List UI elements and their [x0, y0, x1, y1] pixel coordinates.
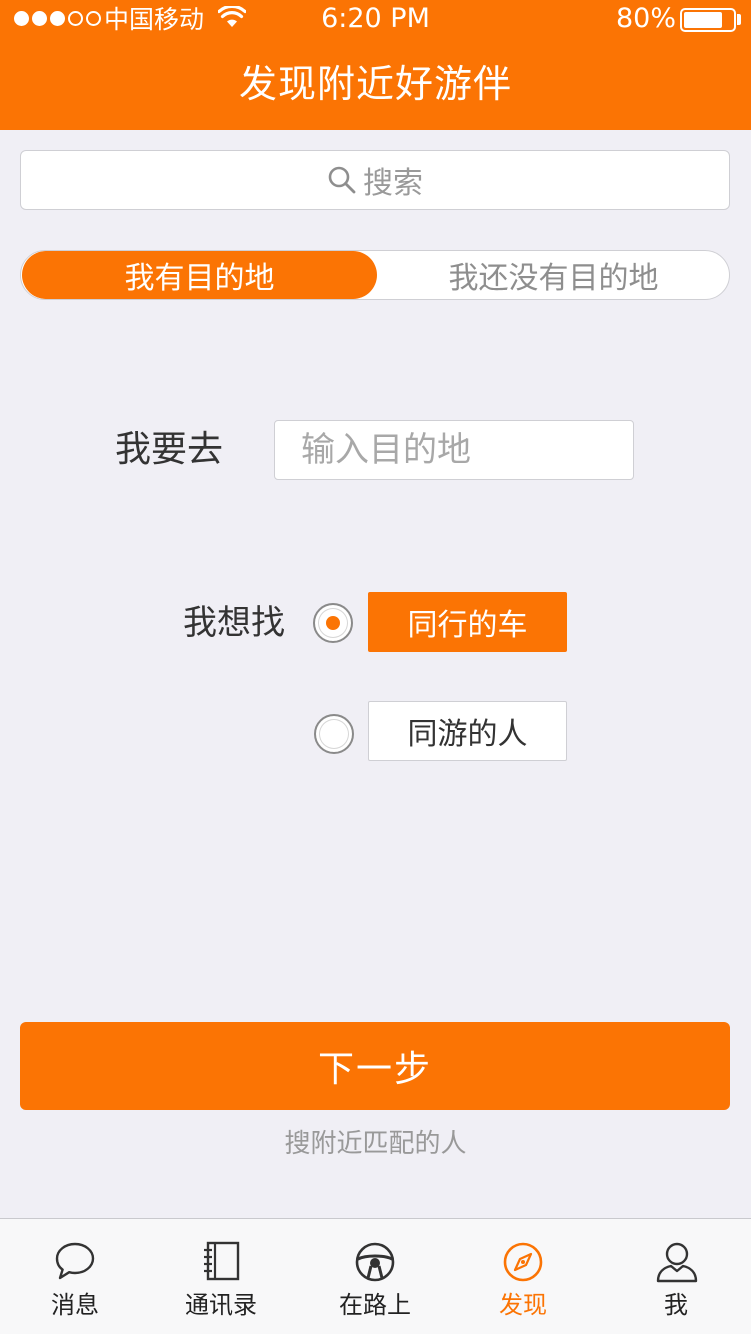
next-step-button[interactable]: 下一步 — [20, 1022, 730, 1110]
battery-percent: 80% — [616, 3, 677, 34]
destination-mode-segment: 我有目的地 我还没有目的地 — [20, 250, 730, 300]
find-label: 我想找 — [183, 603, 285, 643]
option-find-car[interactable]: 同行的车 — [368, 592, 567, 652]
tab-label: 消息 — [51, 1291, 99, 1319]
segment-no-destination[interactable]: 我还没有目的地 — [377, 251, 729, 299]
hint-text: 搜附近匹配的人 — [284, 1129, 467, 1159]
tab-messages[interactable]: 消息 — [0, 1219, 150, 1334]
radio-find-people[interactable] — [314, 714, 354, 754]
battery-icon — [680, 8, 736, 32]
app-screen: 中国移动 6:20 PM 80% 发现附近好游伴 搜索 我有目的地 我还没有目的… — [0, 0, 751, 1334]
destination-input[interactable] — [274, 420, 634, 480]
destination-label: 我要去 — [115, 429, 224, 470]
search-placeholder: 搜索 — [363, 166, 423, 201]
header: 中国移动 6:20 PM 80% 发现附近好游伴 — [0, 0, 751, 130]
tab-contacts[interactable]: 通讯录 — [146, 1219, 296, 1334]
segment-has-destination[interactable]: 我有目的地 — [22, 251, 377, 299]
tab-me[interactable]: 我 — [601, 1219, 751, 1334]
option-find-people[interactable]: 同游的人 — [368, 701, 567, 761]
radio-find-car[interactable] — [313, 603, 353, 643]
battery-cap — [737, 14, 741, 25]
search-icon — [327, 165, 357, 195]
tab-on-the-road[interactable]: 在路上 — [300, 1219, 450, 1334]
battery-fill — [684, 12, 722, 28]
tab-discover[interactable]: 发现 — [448, 1219, 598, 1334]
tab-label: 发现 — [499, 1291, 547, 1319]
status-bar: 中国移动 6:20 PM 80% — [0, 0, 751, 40]
tab-bar: 消息 通讯录 在路上 发现 我 — [0, 1218, 751, 1334]
search-bar[interactable]: 搜索 — [20, 150, 730, 210]
page-title: 发现附近好游伴 — [238, 62, 512, 106]
tab-label: 通讯录 — [185, 1291, 257, 1319]
tab-label: 在路上 — [339, 1291, 411, 1319]
tab-label: 我 — [664, 1291, 688, 1319]
